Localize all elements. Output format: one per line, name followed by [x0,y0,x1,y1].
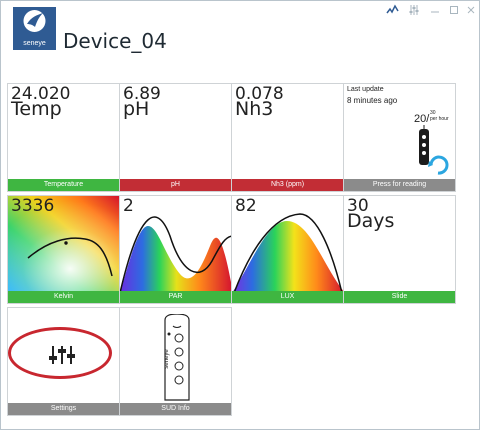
logo-text: seneye [23,40,46,47]
nh3-label: Nh3 (ppm) [232,179,343,191]
reading-rate-sup: 30 per hour [430,110,449,122]
sud-info-label: SUD Info [120,403,231,415]
close-icon[interactable] [466,4,476,16]
sensor-refresh-icon [419,125,449,175]
kelvin-label: Kelvin [8,291,119,303]
slide-unit: Days [347,210,395,232]
settings-sliders-icon[interactable] [408,4,420,16]
nh3-tile[interactable]: 0.078 Nh3 Nh3 (ppm) [231,83,344,192]
temperature-unit: Temp [11,98,62,120]
slide-label: Slide [344,291,455,303]
last-update-value: 8 minutes ago [347,96,398,105]
lux-value: 82 [235,196,257,216]
par-tile[interactable]: 2 PAR [119,195,232,304]
settings-label: Settings [8,403,119,415]
lux-tile[interactable]: 82 LUX [231,195,344,304]
device-title: Device_04 [63,29,167,53]
temperature-tile[interactable]: 24.020 Temp Temperature [7,83,120,192]
par-value: 2 [123,196,134,216]
ph-unit: pH [123,98,150,120]
sud-device-text: seneye [164,349,170,369]
ph-tile[interactable]: 6.89 pH pH [119,83,232,192]
kelvin-value: 3336 [11,196,55,216]
kelvin-tile[interactable]: 3336 Kelvin [7,195,120,304]
par-spectrum-graphic [120,216,231,293]
minimize-icon[interactable] [430,4,440,16]
bird-logo-icon [23,10,46,32]
maximize-icon[interactable] [449,4,459,16]
press-for-reading-button[interactable]: Press for reading [344,179,455,191]
sud-device-icon [164,314,190,401]
reading-rate: 20/ [414,113,430,125]
last-update-label: Last update [347,86,384,93]
lux-label: LUX [232,291,343,303]
nh3-unit: Nh3 [235,98,274,120]
ph-label: pH [120,179,231,191]
reading-tile[interactable]: Last update 8 minutes ago 20/ 30 per hou… [343,83,456,192]
reading-rate-bottom: per hour [430,116,449,122]
seneye-logo: seneye [13,7,56,50]
highlight-ellipse [8,327,112,379]
slide-tile[interactable]: 30 Days Slide [343,195,456,304]
sud-info-tile[interactable]: seneye SUD Info [119,307,232,416]
par-label: PAR [120,291,231,303]
activity-icon[interactable] [386,4,400,16]
temperature-label: Temperature [8,179,119,191]
